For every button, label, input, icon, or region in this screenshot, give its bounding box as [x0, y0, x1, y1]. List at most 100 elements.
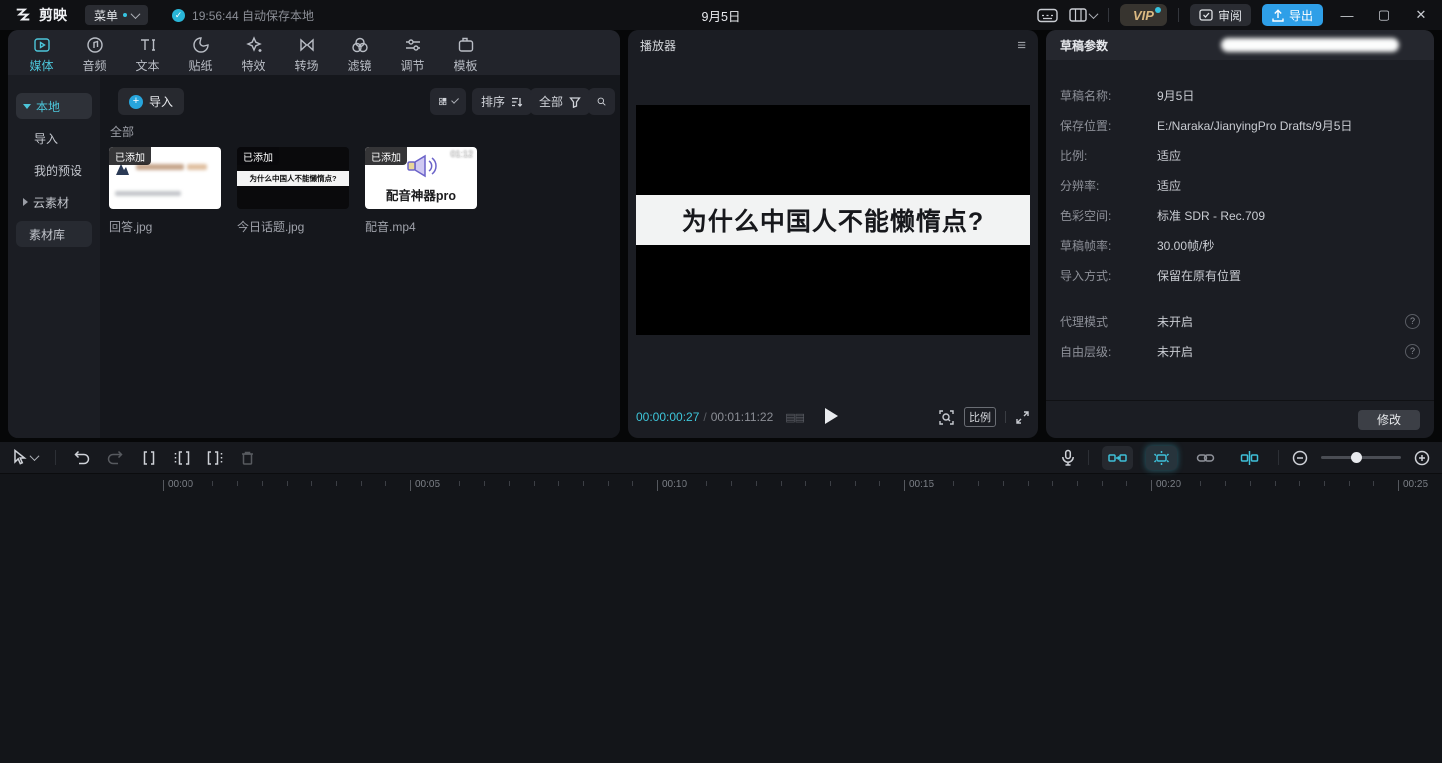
ruler-tick: [1003, 481, 1004, 486]
import-button[interactable]: +导入: [118, 88, 184, 115]
sidebar-item-local[interactable]: 本地: [16, 93, 92, 119]
params-header: 草稿参数: [1046, 30, 1434, 60]
ruler-tick: [1324, 481, 1325, 486]
grid-view-icon: [439, 95, 447, 108]
param-label: 草稿帧率:: [1060, 237, 1157, 254]
media-item-voiceover[interactable]: 已添加 01:12 配音神器pro 配音.mp4: [365, 147, 477, 235]
preview-axis-button[interactable]: [1234, 446, 1265, 470]
menu-button[interactable]: 菜单: [85, 5, 148, 25]
help-icon[interactable]: ?: [1405, 314, 1420, 329]
redo-button[interactable]: [107, 450, 124, 465]
ruler-tick: [484, 481, 485, 486]
tab-template[interactable]: 模板: [439, 35, 492, 74]
minimize-button[interactable]: —: [1334, 8, 1360, 23]
ruler-tick: [805, 481, 806, 486]
plus-icon: +: [129, 95, 143, 109]
focus-preview-icon[interactable]: [938, 409, 955, 426]
zoom-in-button[interactable]: [1414, 450, 1430, 466]
tab-label: 贴纸: [188, 57, 212, 74]
sidebar-label: 云素材: [33, 194, 69, 211]
search-button[interactable]: [588, 88, 615, 115]
maximize-button[interactable]: ▢: [1371, 7, 1397, 23]
sidebar-item-cloud[interactable]: 云素材: [16, 189, 92, 215]
media-thumbnail: 已添加 为什么中国人不能懒惰点?: [237, 147, 349, 209]
split-left-button[interactable]: [174, 450, 190, 466]
divider: [1005, 411, 1006, 423]
tab-label: 文本: [135, 57, 159, 74]
export-button[interactable]: 导出: [1262, 4, 1323, 26]
review-label: 审阅: [1218, 7, 1242, 24]
split-button[interactable]: [141, 450, 157, 466]
ruler-tick: [1102, 481, 1103, 486]
tab-filter[interactable]: 滤镜: [333, 35, 386, 74]
tab-label: 媒体: [29, 57, 53, 74]
vip-notification-dot: [1155, 7, 1161, 13]
video-preview[interactable]: 为什么中国人不能懒惰点?: [636, 105, 1030, 335]
tab-adjust[interactable]: 调节: [386, 35, 439, 74]
filter-funnel-icon: [569, 96, 581, 108]
media-item-answer[interactable]: 已添加 回答.jpg: [109, 147, 221, 235]
tab-effects[interactable]: 特效: [227, 35, 280, 74]
param-label: 导入方式:: [1060, 267, 1157, 284]
frames-icon[interactable]: ▤▤: [785, 411, 804, 424]
vip-button[interactable]: VIP: [1120, 4, 1167, 26]
ruler-tick: [262, 481, 263, 486]
param-row: 草稿帧率:30.00帧/秒: [1046, 230, 1434, 260]
filter-label: 全部: [539, 93, 563, 110]
zoom-out-button[interactable]: [1292, 450, 1308, 466]
added-badge: 已添加: [365, 147, 407, 165]
timeline-ruler[interactable]: 00:0000:0500:1000:1500:2000:25: [0, 475, 1442, 497]
ruler-tick: [385, 481, 386, 486]
ruler-tick: [361, 481, 362, 486]
modify-button[interactable]: 修改: [1358, 410, 1420, 430]
param-value: 标准 SDR - Rec.709: [1157, 207, 1265, 224]
tab-text[interactable]: 文本: [121, 35, 174, 74]
titlebar-actions: VIP 审阅 导出 — ▢ ✕: [1037, 4, 1442, 26]
media-item-topic[interactable]: 已添加 为什么中国人不能懒惰点? 今日话题.jpg: [237, 147, 349, 235]
filter-button[interactable]: 全部: [530, 88, 590, 115]
undo-button[interactable]: [73, 450, 90, 465]
timecode-separator: /: [703, 410, 706, 424]
layout-switch-button[interactable]: [1069, 8, 1097, 22]
help-icon[interactable]: ?: [1405, 344, 1420, 359]
ruler-tick: [978, 481, 979, 486]
media-thumbnail: 已添加: [109, 147, 221, 209]
zoom-slider-handle[interactable]: [1351, 452, 1362, 463]
tab-transition[interactable]: 转场: [280, 35, 333, 74]
param-row: 导入方式:保留在原有位置: [1046, 260, 1434, 290]
sidebar-item-presets[interactable]: 我的预设: [16, 157, 92, 183]
close-button[interactable]: ✕: [1408, 7, 1434, 23]
link-materials-button[interactable]: [1190, 446, 1221, 470]
param-label: 分辨率:: [1060, 177, 1157, 194]
timeline-toolbar: [0, 442, 1442, 474]
timeline: 00:0000:0500:1000:1500:2000:25 封面 今日话题.j…: [0, 442, 1442, 763]
thumb-title: 配音神器pro: [365, 185, 477, 204]
select-tool-button[interactable]: [12, 449, 38, 466]
record-voiceover-button[interactable]: [1061, 449, 1075, 466]
divider: [55, 450, 56, 465]
shortcut-keyboard-button[interactable]: [1037, 8, 1058, 23]
sidebar-item-library[interactable]: 素材库: [16, 221, 92, 247]
fullscreen-icon[interactable]: [1015, 410, 1030, 425]
tab-audio[interactable]: 音频: [68, 35, 121, 74]
param-value: 适应: [1157, 147, 1181, 164]
export-label: 导出: [1289, 7, 1313, 24]
timeline-zoom-slider[interactable]: [1321, 456, 1401, 459]
split-right-button[interactable]: [207, 450, 223, 466]
sort-button[interactable]: 排序: [472, 88, 532, 115]
play-button[interactable]: [825, 408, 838, 424]
chevron-down-icon: [1089, 9, 1099, 19]
sidebar-item-import[interactable]: 导入: [16, 125, 92, 151]
review-button[interactable]: 审阅: [1190, 4, 1251, 26]
ruler-tick: [682, 481, 683, 486]
delete-button[interactable]: [240, 450, 255, 466]
tab-sticker[interactable]: 贴纸: [174, 35, 227, 74]
ratio-button[interactable]: 比例: [964, 407, 996, 427]
tab-media[interactable]: 媒体: [15, 35, 68, 74]
auto-snap-button[interactable]: [1102, 446, 1133, 470]
view-toggle-button[interactable]: [430, 88, 466, 115]
ruler-tick: [558, 481, 559, 486]
sidebar-label: 导入: [34, 130, 58, 147]
player-menu-icon[interactable]: ≡: [1017, 37, 1026, 54]
auto-link-button[interactable]: [1146, 446, 1177, 470]
